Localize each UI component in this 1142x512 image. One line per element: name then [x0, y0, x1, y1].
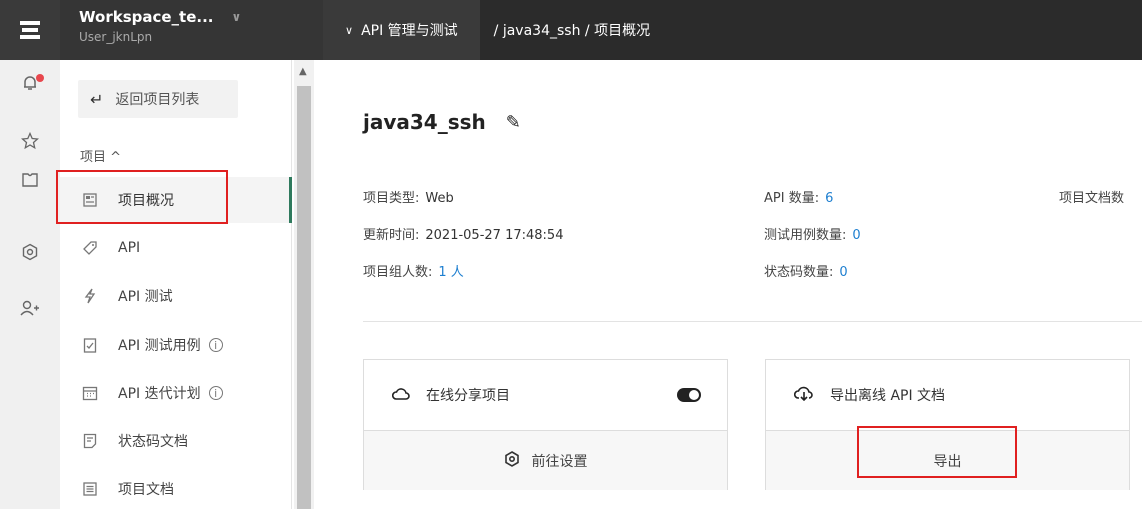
icon-rail	[0, 60, 60, 509]
chevron-down-icon: ∨	[345, 23, 354, 37]
info-icon[interactable]: i	[208, 386, 223, 400]
workspace-switcher[interactable]: Workspace_te... ∨ User_jknLpn	[60, 0, 323, 60]
main-content: java34_ssh ✎ 项目类型: Web 更新时间: 2021-05-27 17…	[314, 60, 1142, 509]
updated-time-value: 2021-05-27 17:48:54	[425, 228, 564, 243]
notification-icon[interactable]	[0, 68, 60, 98]
goto-settings-button[interactable]: 前往设置	[364, 430, 727, 490]
notification-badge	[36, 74, 44, 82]
sidebar-scrollbar[interactable]: ▲	[294, 60, 314, 509]
module-menu[interactable]: ∨ API 管理与测试	[323, 0, 480, 60]
sidebar-item-project-docs[interactable]: 项目文档	[60, 466, 292, 512]
sidebar-item-label: API	[118, 240, 141, 256]
docs-count-label: 项目文档数	[1059, 191, 1125, 206]
member-count-link[interactable]: 1 人	[438, 265, 463, 280]
scroll-up-icon[interactable]: ▲	[299, 66, 307, 77]
back-to-projects-button[interactable]: ↵ 返回项目列表	[78, 80, 238, 118]
breadcrumb: ∨ API 管理与测试 / java34_ssh / 项目概况	[323, 0, 650, 60]
sidebar-item-label: API 测试用例	[118, 338, 201, 354]
project-group-toggle[interactable]: 项目 ^	[80, 146, 121, 165]
sidebar-item-api[interactable]: API	[60, 225, 292, 271]
doc-icon	[82, 433, 98, 449]
sidebar-item-label: API 迭代计划	[118, 386, 201, 402]
cloud-download-icon	[793, 385, 814, 405]
return-arrow-icon: ↵	[90, 89, 104, 109]
shirt-icon[interactable]	[0, 165, 60, 195]
api-count: API 数量: 6	[764, 191, 834, 206]
chevron-down-icon: ∨	[231, 10, 242, 24]
project-type: 项目类型: Web	[363, 191, 454, 206]
share-project-card: 在线分享项目 前往设置	[363, 359, 728, 490]
tag-icon	[82, 240, 98, 256]
sidebar-item-api-iteration[interactable]: API 迭代计划 i	[60, 370, 292, 416]
workspace-name: Workspace_te...	[79, 8, 214, 26]
sidebar-item-label: 项目文档	[118, 482, 174, 498]
logo-icon	[20, 21, 40, 39]
export-docs-title: 导出离线 API 文档	[830, 388, 946, 404]
star-icon[interactable]	[0, 126, 60, 156]
top-bar: Workspace_te... ∨ User_jknLpn ∨ API 管理与测试…	[0, 0, 1142, 60]
workspace-user: User_jknLpn	[79, 30, 153, 44]
calendar-icon	[82, 385, 98, 401]
statuscode-count: 状态码数量: 0	[764, 265, 848, 280]
settings-icon[interactable]	[0, 237, 60, 267]
project-type-value: Web	[425, 191, 454, 206]
cloud-icon	[391, 386, 410, 405]
highlight-box-overview	[56, 170, 228, 224]
project-sidebar: ↵ 返回项目列表 项目 ^ 项目概况 API API 测试 API 测试用例 i…	[60, 60, 292, 509]
sidebar-item-label: 状态码文档	[118, 434, 188, 450]
project-title: java34_ssh	[363, 110, 486, 134]
scrollbar-thumb[interactable]	[297, 86, 311, 509]
app-logo[interactable]	[0, 0, 60, 60]
sidebar-item-api-test[interactable]: API 测试	[60, 273, 292, 319]
highlight-box-export	[857, 426, 1017, 478]
share-toggle[interactable]	[677, 388, 701, 402]
settings-hex-icon	[504, 450, 520, 471]
testcase-count: 测试用例数量: 0	[764, 228, 861, 243]
api-count-value[interactable]: 6	[825, 191, 833, 206]
lightning-icon	[82, 288, 98, 304]
breadcrumb-path: / java34_ssh / 项目概况	[493, 23, 651, 39]
sidebar-item-label: API 测试	[118, 289, 173, 305]
edit-pencil-icon[interactable]: ✎	[506, 112, 521, 133]
member-count: 项目组人数: 1 人	[363, 265, 464, 280]
page-title: java34_ssh ✎	[363, 110, 521, 134]
sidebar-item-api-testcase[interactable]: API 测试用例 i	[60, 322, 292, 368]
share-project-title: 在线分享项目	[426, 388, 510, 404]
goto-settings-label: 前往设置	[531, 453, 588, 470]
info-icon[interactable]: i	[208, 338, 223, 352]
module-menu-label: API 管理与测试	[361, 23, 458, 39]
clipboard-check-icon	[82, 337, 98, 353]
updated-time: 更新时间: 2021-05-27 17:48:54	[363, 228, 564, 243]
divider	[363, 321, 1142, 322]
add-member-icon[interactable]	[0, 293, 60, 323]
sidebar-item-status-codes[interactable]: 状态码文档	[60, 418, 292, 464]
list-doc-icon	[82, 481, 98, 497]
back-to-projects-label: 返回项目列表	[115, 92, 200, 108]
statuscode-count-value[interactable]: 0	[839, 265, 847, 280]
testcase-count-value[interactable]: 0	[852, 228, 860, 243]
